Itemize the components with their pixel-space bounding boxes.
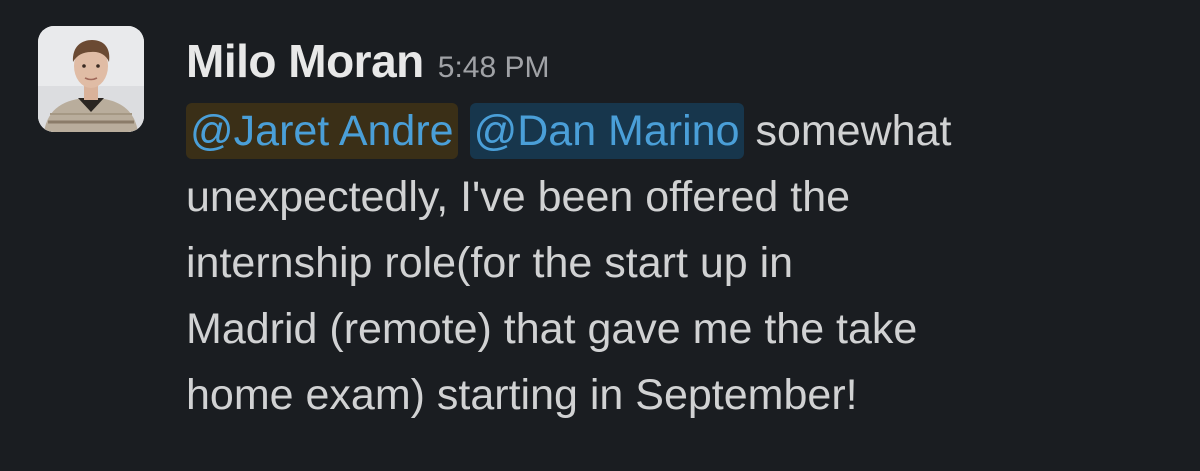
mention-dan-marino[interactable]: @Dan Marino bbox=[469, 103, 744, 159]
message-timestamp[interactable]: 5:48 PM bbox=[438, 51, 550, 85]
avatar[interactable] bbox=[38, 26, 144, 132]
chat-message: Milo Moran 5:48 PM @Jaret Andre @Dan Mari… bbox=[0, 0, 1200, 471]
message-body: @Jaret Andre @Dan Marino somewhat unexpec… bbox=[186, 98, 1186, 428]
message-header: Milo Moran 5:48 PM bbox=[186, 34, 1186, 98]
author-name[interactable]: Milo Moran bbox=[186, 34, 424, 88]
message-line: internship role(for the start up in bbox=[186, 239, 794, 287]
message-line: Madrid (remote) that gave me the take bbox=[186, 305, 918, 353]
message-line: unexpectedly, I've been offered the bbox=[186, 173, 851, 221]
message-line: @Jaret Andre @Dan Marino somewhat bbox=[186, 98, 1186, 164]
message-line: home exam) starting in September! bbox=[186, 371, 858, 419]
message-text: somewhat bbox=[743, 107, 952, 155]
avatar-photo bbox=[38, 26, 144, 132]
message-content: Milo Moran 5:48 PM @Jaret Andre @Dan Mari… bbox=[186, 34, 1186, 428]
mention-jaret-andre[interactable]: @Jaret Andre bbox=[186, 103, 458, 159]
